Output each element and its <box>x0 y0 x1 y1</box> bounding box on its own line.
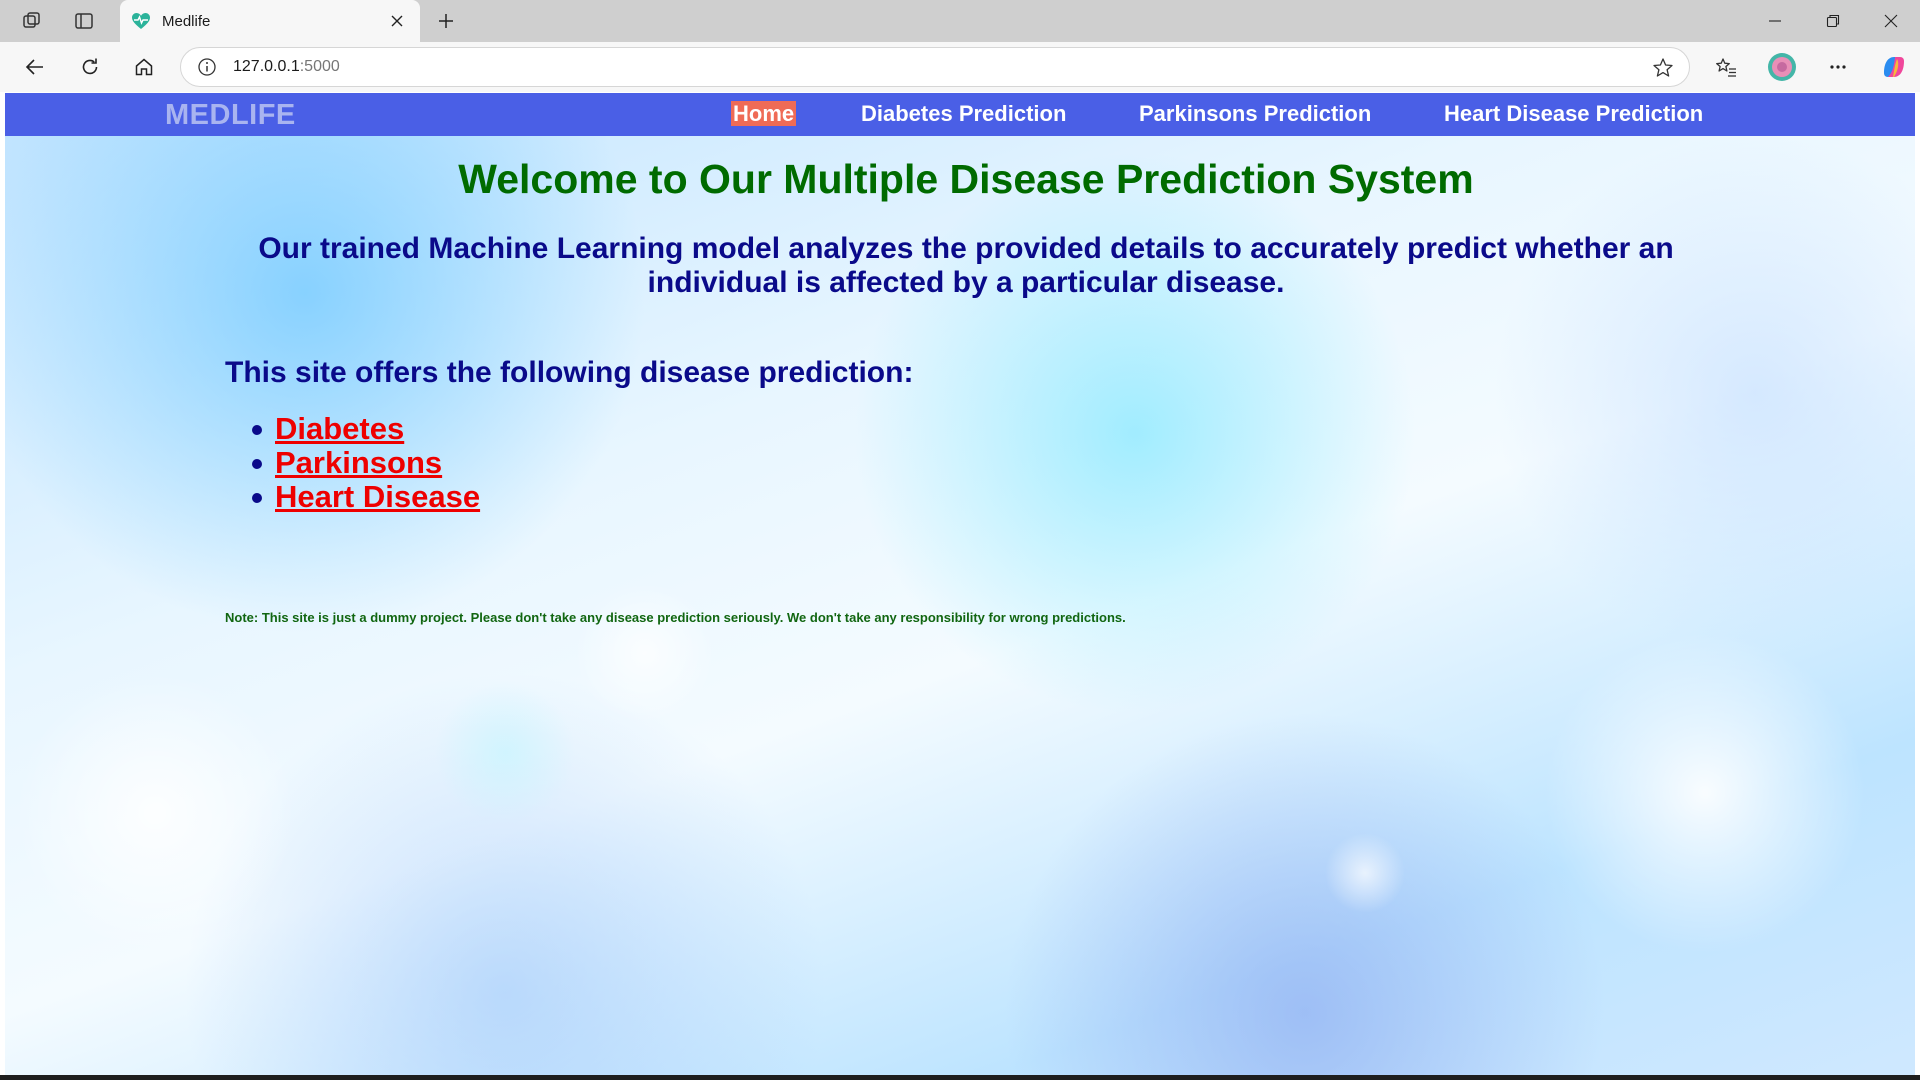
bullet-icon <box>252 459 262 469</box>
page-subtitle: Our trained Machine Learning model analy… <box>258 232 1674 299</box>
bullet-icon <box>252 493 262 503</box>
more-icon[interactable] <box>1818 48 1858 86</box>
nav-heart-disease-prediction[interactable]: Heart Disease Prediction <box>1444 101 1703 127</box>
browser-toolbar: 127.0.0.1:5000 <box>0 42 1920 92</box>
window-close-icon[interactable] <box>1862 0 1920 42</box>
site-navbar: MEDLIFE Home Diabetes Prediction Parkins… <box>5 93 1915 136</box>
disease-link-diabetes[interactable]: Diabetes <box>275 411 404 446</box>
restore-icon[interactable] <box>1804 0 1862 42</box>
refresh-icon[interactable] <box>70 48 110 86</box>
disease-link-parkinsons[interactable]: Parkinsons <box>275 445 442 480</box>
address-bar[interactable]: 127.0.0.1:5000 <box>180 47 1690 87</box>
bullet-icon <box>252 425 262 435</box>
disease-link-heart-disease[interactable]: Heart Disease <box>275 479 480 514</box>
nav-diabetes-prediction[interactable]: Diabetes Prediction <box>861 101 1066 127</box>
list-item: Diabetes <box>225 412 480 446</box>
profile-avatar[interactable] <box>1762 48 1802 86</box>
list-item: Parkinsons <box>225 446 480 480</box>
page-viewport: MEDLIFE Home Diabetes Prediction Parkins… <box>5 93 1915 1075</box>
nav-home[interactable]: Home <box>731 101 797 126</box>
close-icon[interactable] <box>386 10 408 32</box>
copilot-icon[interactable] <box>1874 48 1914 86</box>
offers-heading: This site offers the following disease p… <box>225 356 914 389</box>
window-bottom-edge <box>0 1075 1920 1080</box>
site-brand[interactable]: MEDLIFE <box>165 99 296 132</box>
tab-actions-icon[interactable] <box>62 6 106 36</box>
info-icon[interactable] <box>195 55 219 79</box>
plus-icon[interactable] <box>428 6 464 36</box>
heartbeat-favicon <box>130 10 152 32</box>
nav-parkinsons-prediction[interactable]: Parkinsons Prediction <box>1139 101 1371 127</box>
page-title: Welcome to Our Multiple Disease Predicti… <box>458 156 1474 202</box>
url-host: 127.0.0.1 <box>233 58 300 75</box>
tab-title: Medlife <box>162 12 211 30</box>
tab-medlife[interactable]: Medlife <box>120 0 420 42</box>
favorites-icon[interactable] <box>1706 48 1746 86</box>
star-icon[interactable] <box>1651 56 1675 80</box>
disclaimer-note: Note: This site is just a dummy project.… <box>225 610 1126 625</box>
home-icon[interactable] <box>124 48 164 86</box>
url-port: :5000 <box>299 58 340 75</box>
back-arrow-icon[interactable] <box>15 48 55 86</box>
minimize-icon[interactable] <box>1746 0 1804 42</box>
workspaces-icon[interactable] <box>10 6 54 36</box>
browser-tab-strip: Medlife <box>0 0 1920 42</box>
list-item: Heart Disease <box>225 480 480 514</box>
disease-list: Diabetes Parkinsons Heart Disease <box>225 412 480 514</box>
